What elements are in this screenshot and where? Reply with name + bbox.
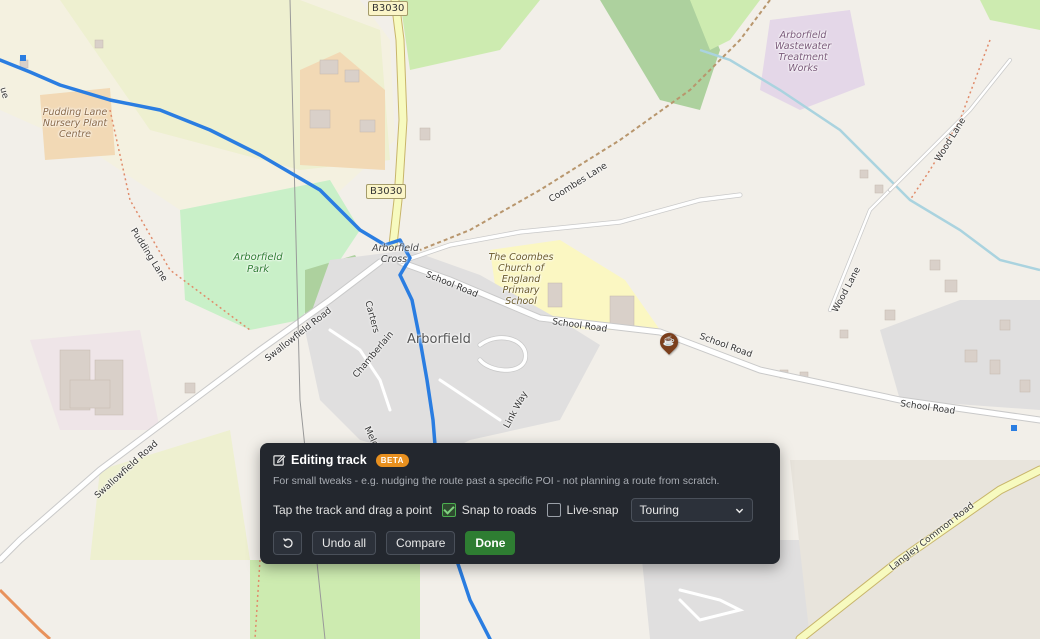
area-label-school: The Coombes Church of England Primary Sc… [488, 252, 554, 307]
live-snap-label: Live-snap [566, 503, 619, 517]
compare-button[interactable]: Compare [386, 531, 456, 555]
done-button[interactable]: Done [465, 531, 516, 555]
routing-profile-value: Touring [639, 503, 679, 517]
area-label-nursery: Pudding Lane Nursery Plant Centre [42, 107, 108, 140]
snap-to-roads-checkbox[interactable] [441, 503, 456, 517]
field-top [400, 0, 540, 70]
live-snap-toggle[interactable]: Live-snap [546, 503, 619, 517]
river [699, 48, 1040, 272]
panel-actions-row: Undo all Compare Done [273, 531, 525, 555]
snap-to-roads-toggle[interactable]: Snap to roads [441, 503, 537, 517]
undo-all-button[interactable]: Undo all [312, 531, 377, 555]
edit-icon [273, 454, 286, 466]
routing-profile-select[interactable]: Touring [630, 498, 753, 522]
road-shield-b3030-top: B3030 [368, 1, 409, 16]
panel-description: For small tweaks - e.g. nudging the rout… [273, 475, 720, 487]
editing-track-panel: Editing track BETA For small tweaks - e.… [260, 443, 780, 564]
cafe-poi-marker[interactable]: ☕ [656, 329, 682, 355]
drag-instruction: Tap the track and drag a point [273, 503, 432, 517]
chevron-down-icon [735, 508, 743, 513]
grass-left [90, 430, 250, 560]
place-label-village: Arborfield [407, 332, 471, 347]
cafe-icon: ☕ [662, 336, 676, 347]
panel-options-row: Tap the track and drag a point Snap to r… [273, 498, 753, 522]
beta-badge: BETA [375, 453, 409, 467]
road-shield-b3030: B3030 [366, 184, 407, 199]
area-label-cross: Arborfield Cross [372, 243, 419, 265]
panel-header: Editing track BETA [273, 451, 409, 469]
route-point-marker [1011, 425, 1017, 431]
area-label-wastewater: Arborfield Wastewater Treatment Works [774, 30, 832, 74]
area-label-park: Arborfield Park [233, 252, 283, 275]
snap-to-roads-label: Snap to roads [461, 503, 537, 517]
corner-field [980, 0, 1040, 30]
route-point-marker [20, 55, 26, 61]
residential-right [880, 300, 1040, 410]
rotate-ccw-icon [282, 538, 293, 548]
green-bottom [250, 560, 420, 639]
reset-button[interactable] [273, 531, 302, 555]
panel-title: Editing track [291, 453, 367, 467]
live-snap-checkbox[interactable] [546, 503, 561, 517]
